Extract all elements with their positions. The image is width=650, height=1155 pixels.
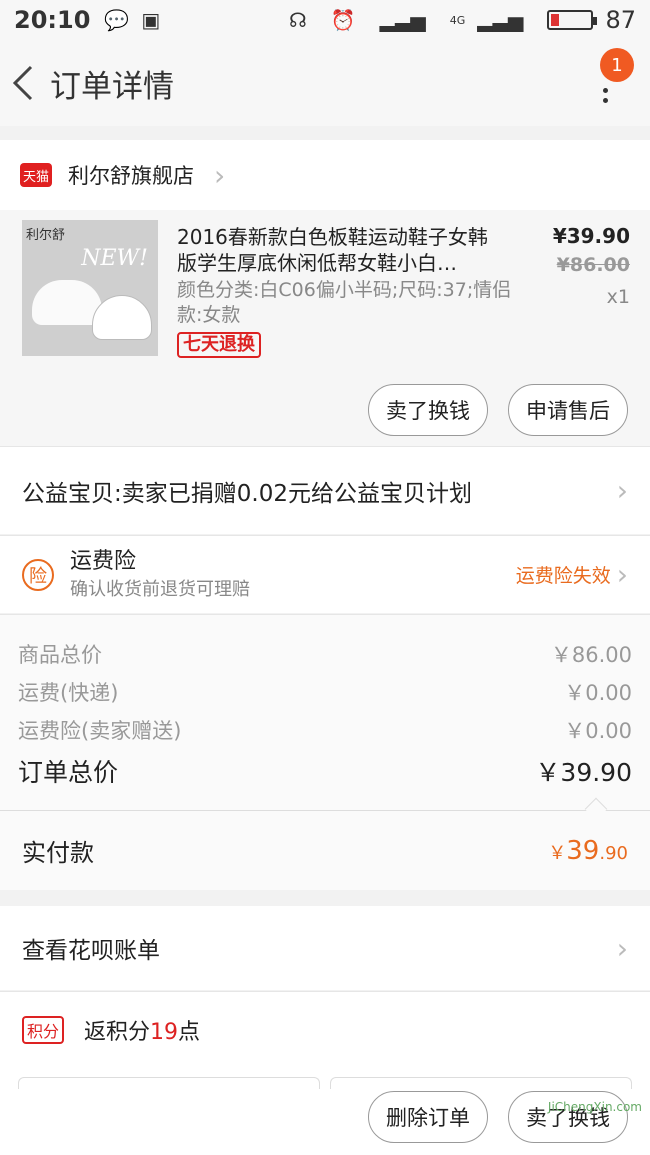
signal-icon-2: ▂▃▅ xyxy=(477,8,524,32)
product-quantity: x1 xyxy=(606,286,630,308)
huabei-text: 查看花呗账单 xyxy=(22,938,160,964)
summary-label: 运费险(卖家赠送) xyxy=(18,719,182,743)
original-price: ¥86.00 xyxy=(556,254,630,276)
shoe-image xyxy=(92,295,152,340)
signal-icon: ▂▃▅ xyxy=(379,8,426,32)
more-dot-icon xyxy=(603,98,608,103)
points-prefix: 返积分 xyxy=(84,1019,151,1045)
insurance-status: 运费险失效 xyxy=(515,565,611,587)
points-row: 积分 返积分19点 xyxy=(0,991,650,1067)
sell-button-bottom[interactable]: 卖了换钱 xyxy=(508,1091,628,1143)
battery-level: 87 xyxy=(605,6,636,34)
shoe-image xyxy=(32,280,102,325)
delete-order-button[interactable]: 删除订单 xyxy=(368,1091,488,1143)
paid-currency: ￥ xyxy=(548,842,567,864)
sell-button[interactable]: 卖了换钱 xyxy=(368,384,488,436)
chevron-right-icon: › xyxy=(616,474,628,507)
product-thumbnail[interactable]: 利尔舒 NEW! xyxy=(22,220,158,356)
price-summary: 商品总价 ￥86.00 运费(快递) ￥0.00 运费险(卖家赠送) ￥0.00… xyxy=(0,614,650,810)
shop-name: 利尔舒旗舰店 xyxy=(68,164,194,188)
summary-value: ￥86.00 xyxy=(550,643,632,667)
paid-integer: 39 xyxy=(566,835,600,866)
thumb-brand: 利尔舒 xyxy=(26,228,66,243)
page-title: 订单详情 xyxy=(50,68,174,105)
shop-row[interactable]: 天猫 利尔舒旗舰店 › xyxy=(0,140,650,210)
summary-row: 商品总价 ￥86.00 xyxy=(18,639,632,669)
back-arrow-icon xyxy=(12,65,33,101)
charity-text: 公益宝贝:卖家已捐赠0.02元给公益宝贝计划 xyxy=(22,480,472,507)
summary-value: ￥0.00 xyxy=(564,719,632,743)
paid-decimal: .90 xyxy=(599,842,628,864)
product-sku: 颜色分类:白C06偏小半码;尺码:37;情侣款:女款 xyxy=(177,279,512,326)
chevron-right-icon: › xyxy=(616,931,628,965)
summary-row: 运费险(卖家赠送) ￥0.00 xyxy=(18,715,632,745)
chevron-right-icon: › xyxy=(616,558,628,591)
tmall-icon: 天猫 xyxy=(20,163,52,187)
card-stub xyxy=(18,1077,320,1089)
product-price: ¥39.90 xyxy=(552,224,630,248)
points-suffix: 点 xyxy=(178,1019,201,1045)
after-sale-button[interactable]: 申请售后 xyxy=(508,384,628,436)
summary-label: 商品总价 xyxy=(18,643,102,667)
back-button[interactable] xyxy=(0,40,46,126)
nav-bar: 订单详情 1 xyxy=(0,40,650,126)
summary-row: 运费(快递) ￥0.00 xyxy=(18,677,632,707)
insurance-title: 运费险 xyxy=(70,548,137,574)
network-type: 4G xyxy=(449,13,466,27)
summary-label: 运费(快递) xyxy=(18,681,119,705)
status-bar: 20:10 💬 ▣ ☊ ⏰ ▂▃▅ 4G ▂▃▅ 87 xyxy=(0,0,650,40)
headset-icon: ☊ xyxy=(288,8,307,32)
more-dot-icon xyxy=(603,88,608,93)
order-total-value: ￥39.90 xyxy=(535,758,632,787)
return-policy-tag: 七天退换 xyxy=(177,332,261,358)
thumb-new: NEW! xyxy=(81,246,148,271)
paid-amount: ￥39.90 xyxy=(548,836,628,866)
chevron-right-icon: › xyxy=(214,158,226,192)
order-total-label: 订单总价 xyxy=(18,758,119,787)
watermark: JiChengXin.com xyxy=(547,1100,642,1114)
paid-label: 实付款 xyxy=(22,839,94,867)
chat-icon: 💬 xyxy=(104,8,130,32)
points-tag: 积分 xyxy=(22,1015,65,1044)
paid-amount-row: 实付款 ￥39.90 xyxy=(0,810,650,890)
image-icon: ▣ xyxy=(141,8,161,32)
battery-icon xyxy=(547,10,598,30)
order-total-row: 订单总价 ￥39.90 xyxy=(18,753,632,789)
insurance-icon: 险 xyxy=(22,558,54,591)
summary-value: ￥0.00 xyxy=(564,681,632,705)
charity-row[interactable]: 公益宝贝:卖家已捐赠0.02元给公益宝贝计划 › xyxy=(0,446,650,534)
card-stub xyxy=(330,1077,632,1089)
product-name: 2016春新款白色板鞋运动鞋子女韩版学生厚底休闲低帮女鞋小白… xyxy=(177,225,488,275)
points-text: 返积分19点 xyxy=(84,1014,200,1046)
status-time: 20:10 xyxy=(14,6,91,34)
product-item[interactable]: 利尔舒 NEW! 2016春新款白色板鞋运动鞋子女韩版学生厚底休闲低帮女鞋小白…… xyxy=(0,210,650,446)
points-number: 19 xyxy=(150,1019,179,1045)
huabei-bill-row[interactable]: 查看花呗账单 › xyxy=(0,906,650,990)
insurance-subtitle: 确认收货前退货可理赔 xyxy=(70,578,250,600)
alarm-icon: ⏰ xyxy=(330,8,356,32)
notification-badge: 1 xyxy=(600,48,634,82)
shipping-insurance-row[interactable]: 险 运费险 确认收货前退货可理赔 运费险失效 › xyxy=(0,535,650,613)
